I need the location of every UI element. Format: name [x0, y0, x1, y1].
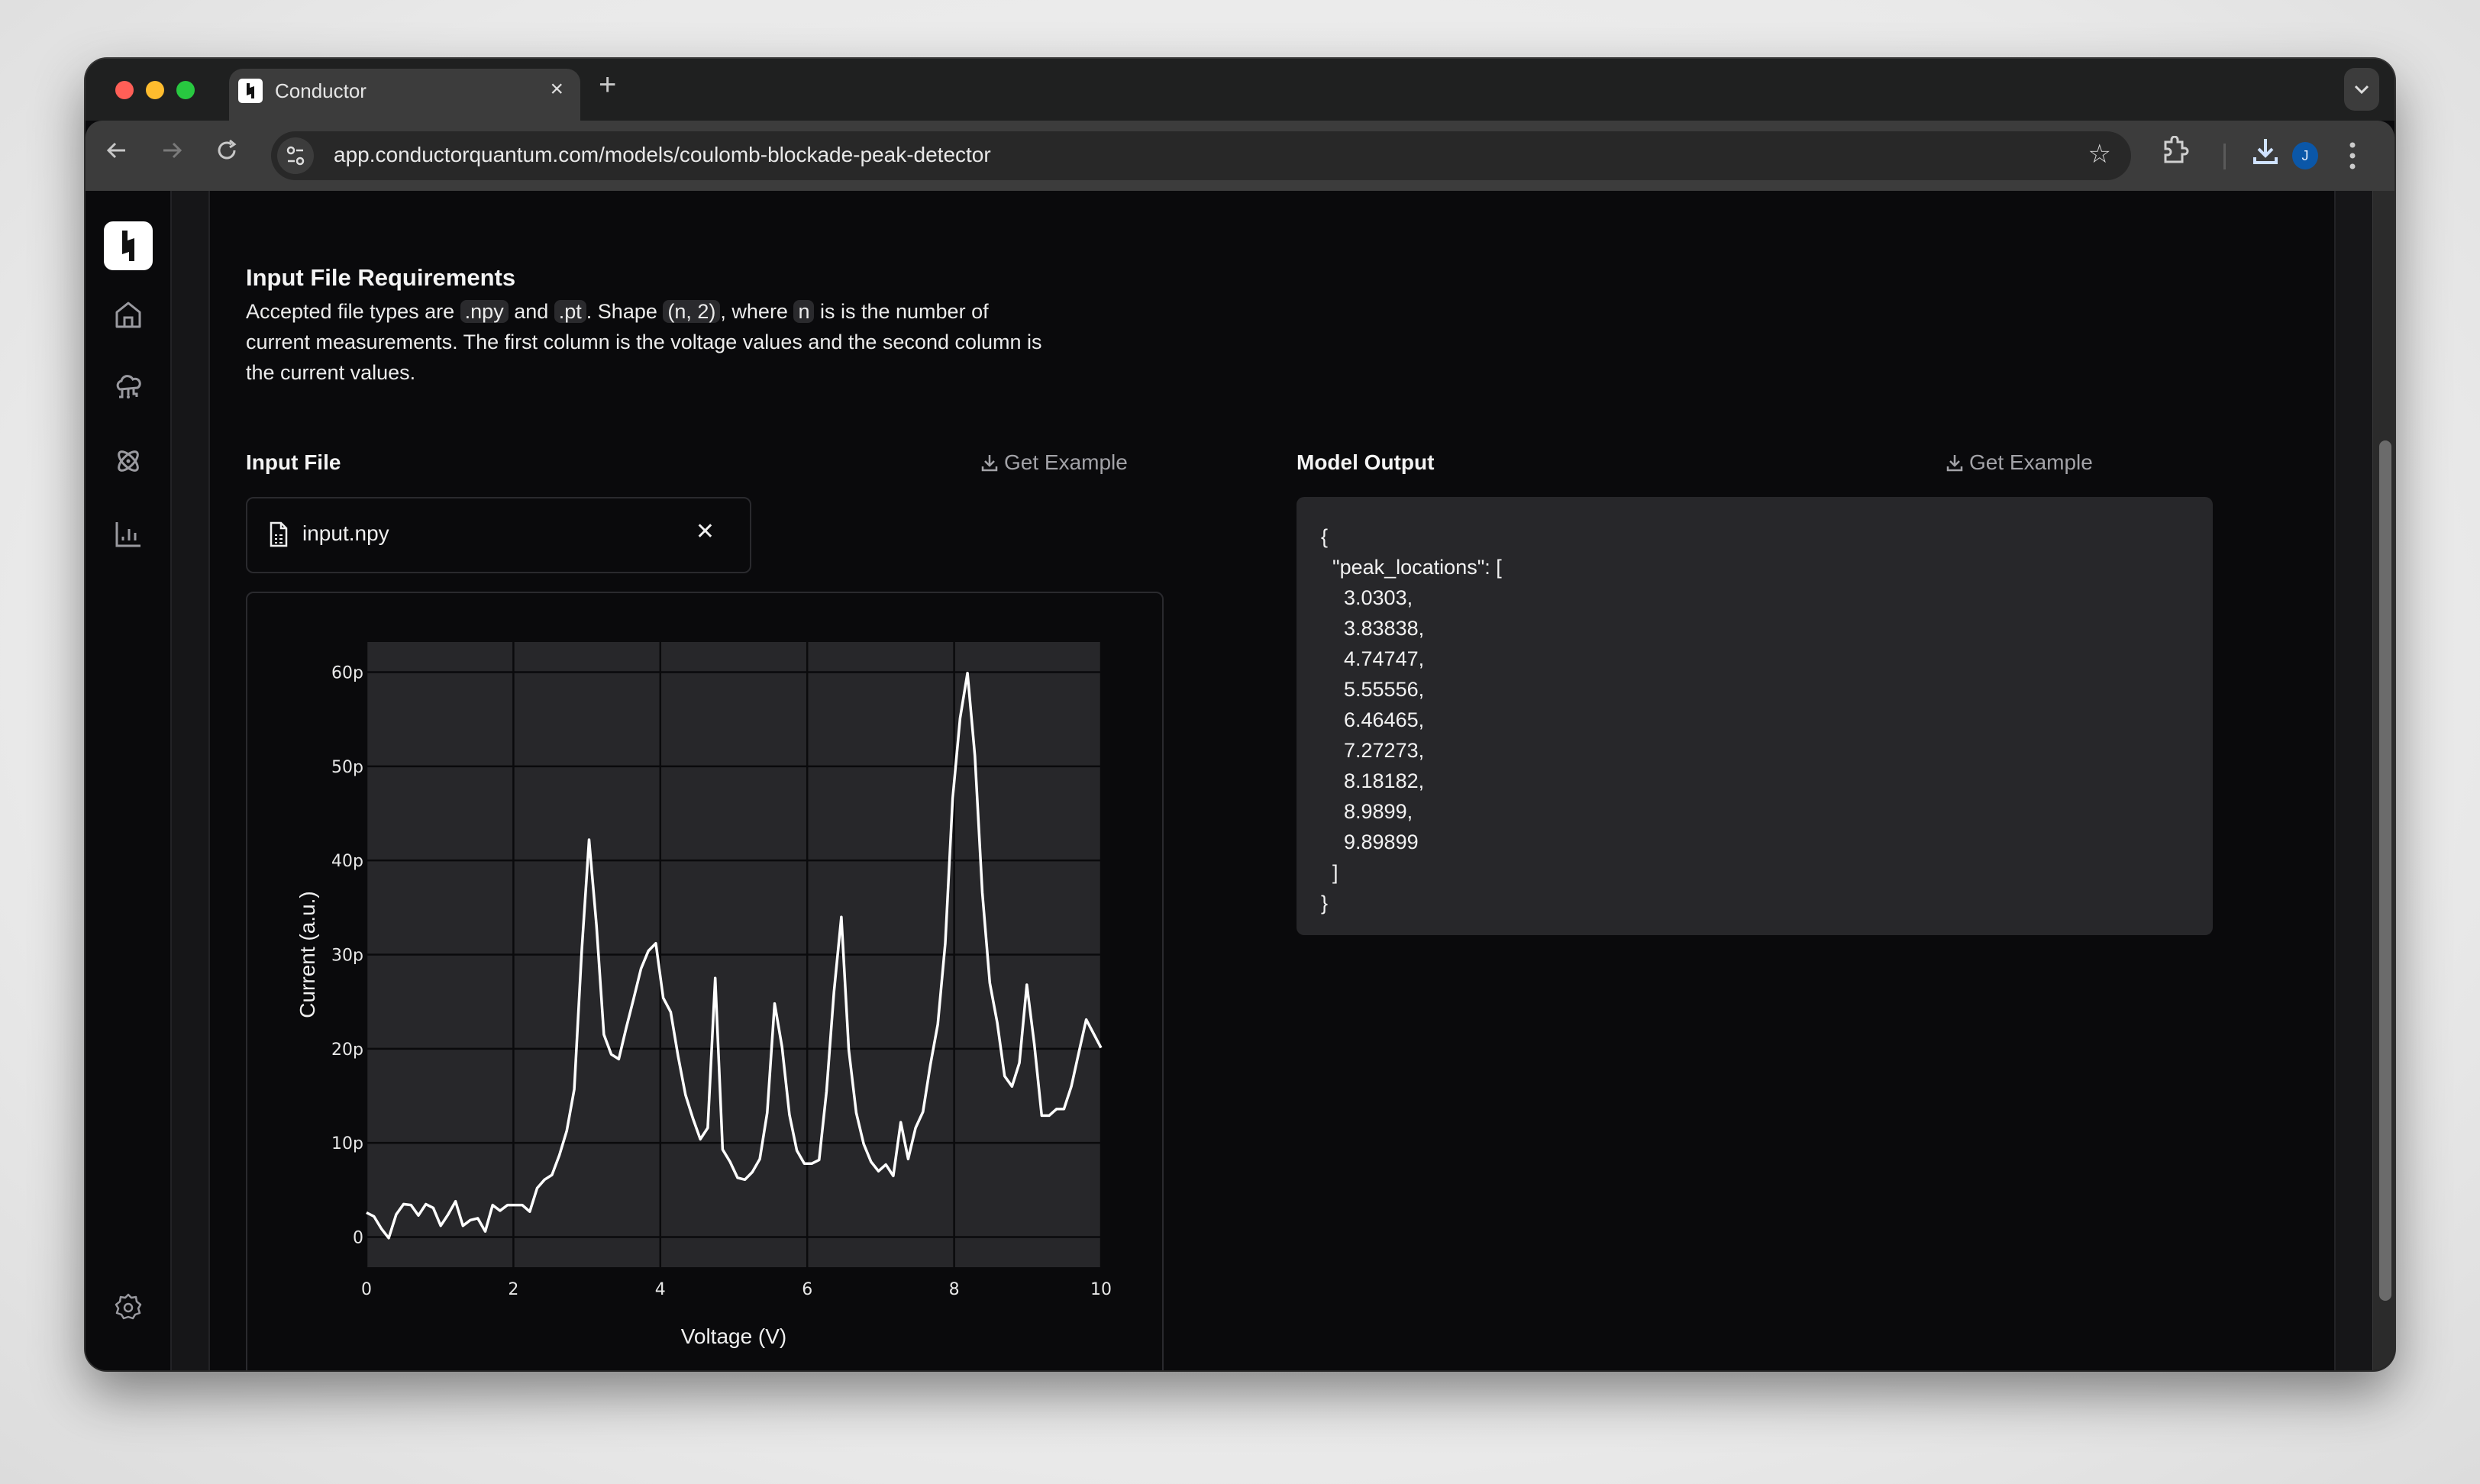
- download-icon: [2253, 139, 2278, 164]
- requirements-text-part: , where: [720, 300, 794, 323]
- browser-menu-button[interactable]: [2347, 139, 2358, 179]
- x-tick-label: 4: [655, 1280, 666, 1299]
- x-tick-label: 2: [508, 1280, 518, 1299]
- input-get-example-button[interactable]: Get Example: [981, 450, 1128, 475]
- y-tick-label: 10p: [331, 1134, 363, 1153]
- main-panel: Input File Requirements Accepted file ty…: [210, 191, 2333, 1370]
- atom-icon: [118, 450, 139, 472]
- bookmark-star-icon[interactable]: ☆: [2088, 139, 2111, 169]
- code-shape: (n, 2): [663, 300, 721, 323]
- back-button[interactable]: [104, 137, 130, 172]
- arrow-left-icon: [106, 142, 125, 159]
- current-voltage-chart: 0 2 4 6 8 10 0 10p 20p 30p 40p 50p 60p Voltage (V) C…: [295, 642, 1112, 1348]
- y-tick-label: 50p: [331, 758, 363, 777]
- conductor-favicon-icon: [238, 79, 263, 103]
- sidebar-item-home[interactable]: [113, 299, 144, 330]
- input-file-label: Input File: [246, 450, 341, 474]
- model-output-json: { "peak_locations": [ 3.0303, 3.83838, 4…: [1297, 497, 2213, 935]
- forward-button[interactable]: [159, 137, 185, 172]
- requirements-title: Input File Requirements: [246, 264, 516, 291]
- requirements-text-part: . Shape: [586, 300, 664, 323]
- sidebar-item-cloud-compute[interactable]: [113, 373, 144, 403]
- output-get-example-button[interactable]: Get Example: [1946, 450, 2093, 475]
- new-tab-button[interactable]: +: [599, 69, 616, 100]
- uploaded-file: input.npy ✕: [246, 497, 751, 573]
- browser-toolbar: app.conductorquantum.com/models/coulomb-…: [86, 121, 2394, 191]
- sidebar-gutter: [172, 191, 210, 1370]
- address-bar[interactable]: app.conductorquantum.com/models/coulomb-…: [271, 131, 2131, 180]
- tab-conductor[interactable]: Conductor ×: [229, 69, 580, 121]
- gear-icon: [115, 1293, 142, 1320]
- close-window-button[interactable]: [115, 81, 134, 99]
- home-icon: [115, 302, 141, 328]
- scrollbar-thumb[interactable]: [2379, 440, 2391, 1301]
- code-n: n: [793, 300, 815, 323]
- y-tick-label: 30p: [331, 947, 363, 966]
- puzzle-icon: [2164, 135, 2189, 163]
- zoom-window-button[interactable]: [176, 81, 195, 99]
- remove-file-button[interactable]: ✕: [696, 518, 715, 545]
- download-icon: [1946, 455, 1963, 472]
- arrow-right-icon: [163, 142, 182, 159]
- profile-avatar[interactable]: J: [2292, 142, 2318, 169]
- reload-icon: [218, 139, 237, 160]
- minimize-window-button[interactable]: [146, 81, 164, 99]
- sidebar: [86, 191, 172, 1370]
- conductor-logo[interactable]: [104, 221, 153, 270]
- code-npy: .npy: [460, 300, 509, 323]
- page-content: Input File Requirements Accepted file ty…: [86, 191, 2394, 1370]
- x-tick-label: 6: [802, 1280, 812, 1299]
- extensions-button[interactable]: [2161, 135, 2190, 173]
- download-icon: [981, 455, 998, 472]
- toolbar-divider: [2223, 144, 2226, 169]
- right-gutter: [2334, 191, 2372, 1370]
- url-text: app.conductorquantum.com/models/coulomb-…: [334, 143, 991, 166]
- requirements-text-part: Accepted file types are: [246, 300, 460, 323]
- x-tick-label: 8: [949, 1280, 960, 1299]
- tab-title: Conductor: [275, 79, 367, 102]
- chart-card: 0 2 4 6 8 10 0 10p 20p 30p 40p 50p 60p Voltage (V) C…: [246, 592, 1164, 1370]
- get-example-label: Get Example: [1969, 450, 2093, 474]
- y-tick-label: 60p: [331, 663, 363, 682]
- model-output-label: Model Output: [1297, 450, 1435, 474]
- get-example-label: Get Example: [1004, 450, 1128, 474]
- site-info-button[interactable]: [277, 137, 314, 174]
- x-tick-label: 0: [361, 1280, 372, 1299]
- y-tick-label: 40p: [331, 852, 363, 871]
- y-tick-label: 20p: [331, 1040, 363, 1060]
- tab-bar: Conductor × +: [86, 59, 2394, 121]
- requirements-text: Accepted file types are .npy and .pt. Sh…: [246, 296, 1055, 388]
- tab-close-icon[interactable]: ×: [550, 76, 563, 102]
- x-axis-label: Voltage (V): [681, 1324, 787, 1348]
- bar-chart-icon: [115, 522, 140, 547]
- file-spreadsheet-icon: [270, 521, 288, 547]
- conductor-logo-icon: [122, 231, 134, 261]
- requirements-text-part: and: [508, 300, 554, 323]
- sidebar-item-settings[interactable]: [113, 1292, 144, 1322]
- tune-icon: [286, 146, 305, 166]
- more-vertical-icon: [2349, 142, 2356, 169]
- code-pt: .pt: [554, 300, 586, 323]
- y-tick-label: 0: [353, 1229, 363, 1248]
- reload-button[interactable]: [214, 137, 240, 172]
- sidebar-item-analytics[interactable]: [113, 519, 144, 550]
- scrollbar[interactable]: [2372, 191, 2394, 1370]
- y-axis-label: Current (a.u.): [295, 891, 319, 1018]
- cloud-network-icon: [116, 375, 141, 398]
- tab-search-button[interactable]: [2344, 68, 2379, 111]
- downloads-button[interactable]: [2251, 136, 2280, 173]
- model-output-text: { "peak_locations": [ 3.0303, 3.83838, 4…: [1321, 525, 1502, 915]
- browser-window: Conductor × + app.conductorquantum.com/m…: [86, 59, 2394, 1370]
- chevron-down-icon: [2354, 85, 2369, 95]
- sidebar-item-models[interactable]: [113, 446, 144, 476]
- x-tick-label: 10: [1090, 1280, 1112, 1299]
- file-name: input.npy: [302, 521, 389, 545]
